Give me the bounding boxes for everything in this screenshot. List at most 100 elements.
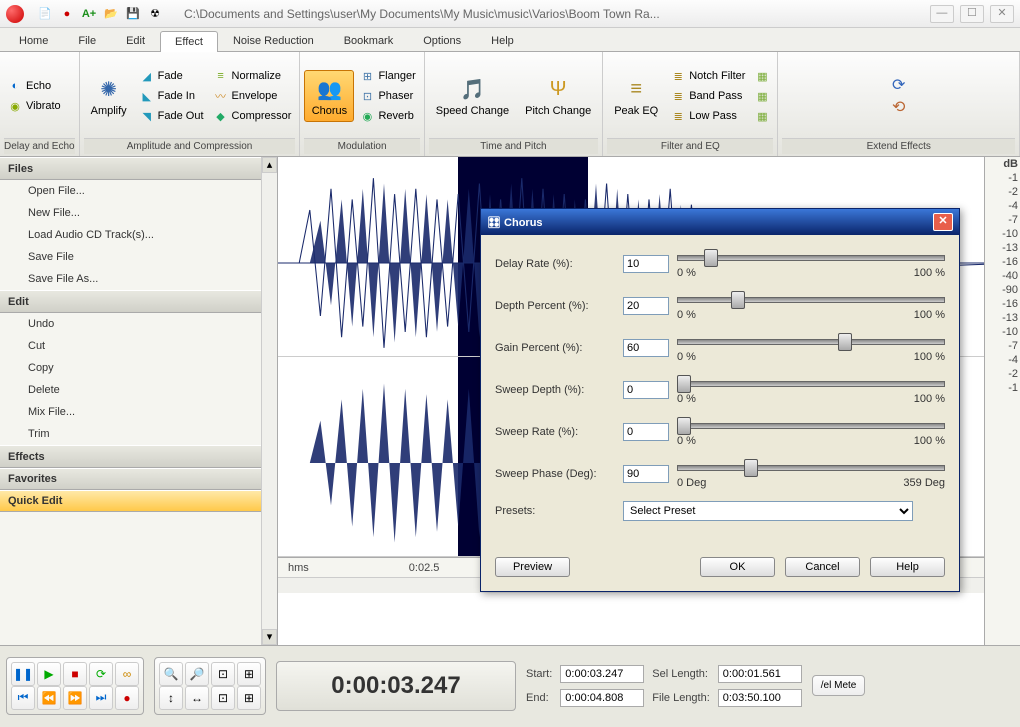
sidebar-item[interactable]: Copy xyxy=(0,357,277,379)
zoom-in-button[interactable]: 🔍 xyxy=(159,662,183,686)
slider[interactable]: 0 %100 % xyxy=(677,333,945,363)
close-window-button[interactable]: ✕ xyxy=(990,5,1014,23)
sidebar-item[interactable]: Trim xyxy=(0,423,277,445)
loop-button[interactable]: ∞ xyxy=(115,662,139,686)
speed-change-button[interactable]: 🎵Speed Change xyxy=(429,70,516,122)
zoom-v-in-button[interactable]: ↕ xyxy=(159,686,183,710)
band-pass-button[interactable]: ≣Band Pass xyxy=(667,87,749,105)
sidebar-item[interactable]: Delete xyxy=(0,379,277,401)
start-field[interactable] xyxy=(560,665,644,683)
peak-eq-button[interactable]: ≡Peak EQ xyxy=(607,70,665,122)
extend-icon2[interactable]: ⟲ xyxy=(892,97,905,117)
text-icon[interactable]: A+ xyxy=(81,6,97,22)
sidebar-favorites-header[interactable]: Favorites xyxy=(0,468,277,490)
notch-icon: ≣ xyxy=(671,69,685,83)
skip-start-button[interactable]: ⏮ xyxy=(11,686,35,710)
presets-select[interactable]: Select Preset xyxy=(623,501,913,521)
echo-button[interactable]: ◐Echo xyxy=(4,77,65,95)
menu-tab-bookmark[interactable]: Bookmark xyxy=(329,30,409,51)
sidebar-scrollbar[interactable]: ▴▾ xyxy=(261,157,277,645)
sidebar-effects-header[interactable]: Effects⌄ xyxy=(0,445,277,468)
dialog-titlebar[interactable]: 🎛 Chorus ✕ xyxy=(481,209,959,235)
help-button[interactable]: Help xyxy=(870,557,945,577)
record-button[interactable]: ● xyxy=(115,686,139,710)
normalize-button[interactable]: ≡Normalize xyxy=(210,67,296,85)
menu-tab-help[interactable]: Help xyxy=(476,30,529,51)
sidebar-item[interactable]: Open File... xyxy=(0,180,277,202)
zoom-v-out-button[interactable]: ↔ xyxy=(185,686,209,710)
save-icon[interactable]: 💾 xyxy=(125,6,141,22)
filter-extra2[interactable]: ▦ xyxy=(751,87,773,105)
menu-tab-edit[interactable]: Edit xyxy=(111,30,160,51)
zoom-reset-button[interactable]: ⊞ xyxy=(237,686,261,710)
filter-extra1[interactable]: ▦ xyxy=(751,67,773,85)
record-icon[interactable]: ● xyxy=(59,6,75,22)
rewind-button[interactable]: ⏪ xyxy=(37,686,61,710)
envelope-button[interactable]: 〰Envelope xyxy=(210,87,296,105)
value-input[interactable] xyxy=(623,423,669,441)
sidebar-files-header[interactable]: Files⌃ xyxy=(0,157,277,180)
sel-length-field[interactable] xyxy=(718,665,802,683)
new-file-icon[interactable]: 📄 xyxy=(37,6,53,22)
zoom-out-button[interactable]: 🔎 xyxy=(185,662,209,686)
low-pass-button[interactable]: ≣Low Pass xyxy=(667,107,749,125)
menu-tab-noise-reduction[interactable]: Noise Reduction xyxy=(218,30,329,51)
value-input[interactable] xyxy=(623,381,669,399)
sidebar-item[interactable]: Save File xyxy=(0,246,277,268)
menu-tab-options[interactable]: Options xyxy=(408,30,476,51)
minimize-button[interactable]: — xyxy=(930,5,954,23)
chorus-button[interactable]: 👥Chorus xyxy=(304,70,354,122)
fade-button[interactable]: ◢Fade xyxy=(136,67,208,85)
fade-in-button[interactable]: ◣Fade In xyxy=(136,87,208,105)
notch-filter-button[interactable]: ≣Notch Filter xyxy=(667,67,749,85)
value-input[interactable] xyxy=(623,465,669,483)
sidebar-edit-header[interactable]: Edit⌃ xyxy=(0,290,277,313)
zoom-full-button[interactable]: ⊞ xyxy=(237,662,261,686)
value-input[interactable] xyxy=(623,339,669,357)
end-field[interactable] xyxy=(560,689,644,707)
ok-button[interactable]: OK xyxy=(700,557,775,577)
phaser-button[interactable]: ⊡Phaser xyxy=(356,87,419,105)
extend-icon1[interactable]: ⟳ xyxy=(892,75,905,95)
reverb-button[interactable]: ◉Reverb xyxy=(356,107,419,125)
amplify-button[interactable]: ✺Amplify xyxy=(84,70,134,122)
play-loop-button[interactable]: ⟳ xyxy=(89,662,113,686)
filter-extra3[interactable]: ▦ xyxy=(751,107,773,125)
sidebar-item[interactable]: Save File As... xyxy=(0,268,277,290)
stop-button[interactable]: ■ xyxy=(63,662,87,686)
compressor-button[interactable]: ◆Compressor xyxy=(210,107,296,125)
dialog-close-button[interactable]: ✕ xyxy=(933,213,953,231)
preview-button[interactable]: Preview xyxy=(495,557,570,577)
sidebar-item[interactable]: Mix File... xyxy=(0,401,277,423)
sidebar-quickedit-header[interactable]: Quick Edit xyxy=(0,490,277,512)
zoom-fit-button[interactable]: ⊡ xyxy=(211,686,235,710)
cancel-button[interactable]: Cancel xyxy=(785,557,860,577)
sidebar-item[interactable]: Undo xyxy=(0,313,277,335)
fade-out-button[interactable]: ◥Fade Out xyxy=(136,107,208,125)
skip-end-button[interactable]: ⏭ xyxy=(89,686,113,710)
value-input[interactable] xyxy=(623,255,669,273)
open-folder-icon[interactable]: 📂 xyxy=(103,6,119,22)
play-button[interactable]: ▶ xyxy=(37,662,61,686)
hazard-icon[interactable]: ☢ xyxy=(147,6,163,22)
vibrato-button[interactable]: ◉Vibrato xyxy=(4,97,65,115)
slider[interactable]: 0 %100 % xyxy=(677,249,945,279)
zoom-sel-button[interactable]: ⊡ xyxy=(211,662,235,686)
pause-button[interactable]: ❚❚ xyxy=(11,662,35,686)
menu-tab-home[interactable]: Home xyxy=(4,30,63,51)
slider[interactable]: 0 Deg359 Deg xyxy=(677,459,945,489)
value-input[interactable] xyxy=(623,297,669,315)
sidebar-item[interactable]: New File... xyxy=(0,202,277,224)
maximize-button[interactable]: ☐ xyxy=(960,5,984,23)
file-length-field[interactable] xyxy=(718,689,802,707)
flanger-button[interactable]: ⊞Flanger xyxy=(356,67,419,85)
slider[interactable]: 0 %100 % xyxy=(677,291,945,321)
sidebar-item[interactable]: Load Audio CD Track(s)... xyxy=(0,224,277,246)
menu-tab-effect[interactable]: Effect xyxy=(160,31,218,52)
slider[interactable]: 0 %100 % xyxy=(677,417,945,447)
menu-tab-file[interactable]: File xyxy=(63,30,111,51)
forward-button[interactable]: ⏩ xyxy=(63,686,87,710)
slider[interactable]: 0 %100 % xyxy=(677,375,945,405)
sidebar-item[interactable]: Cut xyxy=(0,335,277,357)
pitch-change-button[interactable]: ΨPitch Change xyxy=(518,70,598,122)
